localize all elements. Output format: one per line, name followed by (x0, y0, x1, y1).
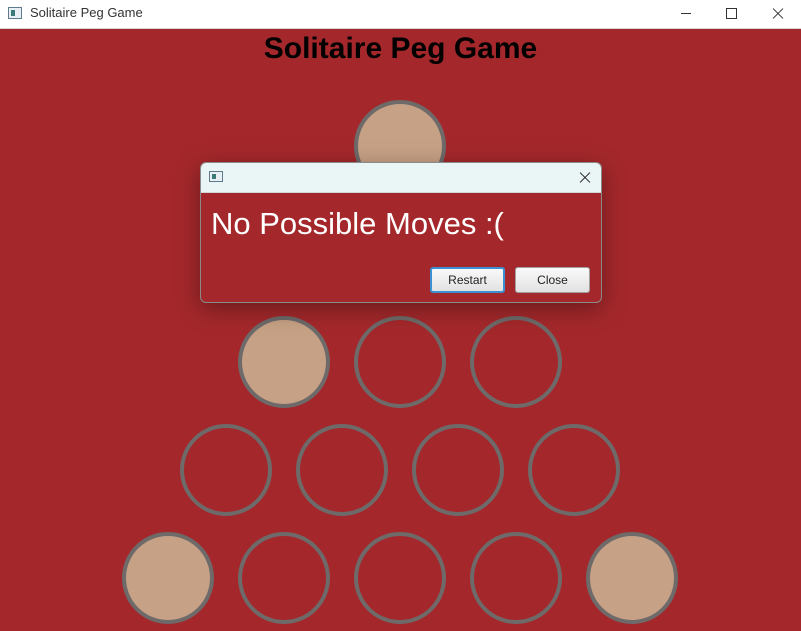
window-title: Solitaire Peg Game (30, 5, 143, 20)
app-window: Solitaire Peg Game Solitaire Peg Game No… (0, 0, 801, 631)
empty-hole[interactable] (296, 424, 388, 516)
empty-hole[interactable] (470, 316, 562, 408)
empty-hole[interactable] (470, 532, 562, 624)
close-button[interactable]: Close (515, 267, 590, 293)
empty-hole[interactable] (528, 424, 620, 516)
game-title: Solitaire Peg Game (263, 32, 538, 65)
peg[interactable] (122, 532, 214, 624)
empty-hole[interactable] (354, 316, 446, 408)
dialog-message: No Possible Moves :( (211, 206, 504, 241)
restart-button[interactable]: Restart (430, 267, 505, 293)
app-icon (8, 7, 22, 19)
peg[interactable] (238, 316, 330, 408)
dialog-titlebar (201, 163, 601, 193)
empty-hole[interactable] (238, 532, 330, 624)
peg[interactable] (586, 532, 678, 624)
window-titlebar: Solitaire Peg Game (0, 0, 801, 29)
maximize-button[interactable] (709, 0, 755, 28)
close-window-button[interactable] (755, 0, 801, 28)
empty-hole[interactable] (412, 424, 504, 516)
empty-hole[interactable] (354, 532, 446, 624)
minimize-button[interactable] (663, 0, 709, 28)
dialog-app-icon (209, 171, 223, 182)
dialog-close-icon[interactable] (573, 165, 597, 189)
empty-hole[interactable] (180, 424, 272, 516)
no-moves-dialog: No Possible Moves :( Restart Close (200, 162, 602, 303)
